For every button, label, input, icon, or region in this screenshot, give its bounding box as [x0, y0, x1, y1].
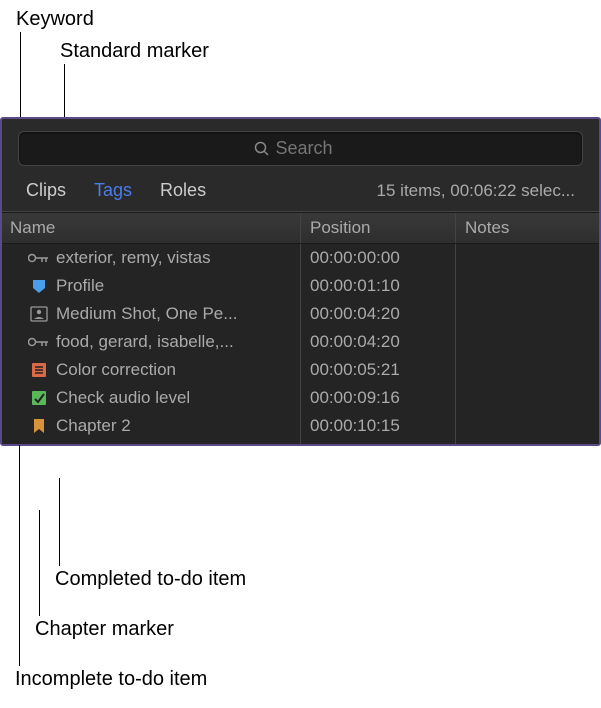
callout-line: [19, 445, 20, 666]
table-header: Name Position Notes: [2, 212, 599, 244]
header-notes[interactable]: Notes: [465, 218, 591, 238]
tab-tags[interactable]: Tags: [94, 180, 132, 201]
tag-position: 00:00:00:00: [310, 248, 465, 268]
incomplete-todo-icon: [28, 362, 50, 378]
tab-clips[interactable]: Clips: [26, 180, 66, 201]
column-divider[interactable]: [300, 213, 301, 243]
callout-incomplete-todo: Incomplete to-do item: [15, 668, 207, 691]
search-field[interactable]: [18, 131, 583, 166]
column-divider[interactable]: [455, 244, 456, 444]
tag-position: 00:00:04:20: [310, 332, 465, 352]
tag-position: 00:00:09:16: [310, 388, 465, 408]
tab-roles[interactable]: Roles: [160, 180, 206, 201]
callout-line: [59, 478, 60, 566]
callout-standard-marker: Standard marker: [60, 40, 209, 63]
chapter-marker-icon: [28, 418, 50, 434]
column-divider[interactable]: [300, 244, 301, 444]
analysis-icon: [28, 306, 50, 322]
tag-position: 00:00:04:20: [310, 304, 465, 324]
tags-panel: Clips Tags Roles 15 items, 00:06:22 sele…: [0, 117, 601, 446]
keyword-icon: [28, 335, 50, 349]
tag-name: Color correction: [50, 360, 310, 380]
tag-name: Check audio level: [50, 388, 310, 408]
tag-position: 00:00:01:10: [310, 276, 465, 296]
search-icon: [254, 141, 270, 157]
callout-completed-todo: Completed to-do item: [55, 568, 246, 591]
standard-marker-icon: [28, 278, 50, 294]
tag-position: 00:00:05:21: [310, 360, 465, 380]
tab-bar: Clips Tags Roles 15 items, 00:06:22 sele…: [2, 174, 599, 212]
header-name[interactable]: Name: [10, 218, 310, 238]
completed-todo-icon: [28, 390, 50, 406]
tag-name: food, gerard, isabelle,...: [50, 332, 310, 352]
keyword-icon: [28, 251, 50, 265]
selection-info: 15 items, 00:06:22 selec...: [377, 181, 575, 201]
tag-name: Medium Shot, One Pe...: [50, 304, 310, 324]
tag-name: Profile: [50, 276, 310, 296]
table-body: exterior, remy, vistas00:00:00:00Profile…: [2, 244, 599, 444]
header-position[interactable]: Position: [310, 218, 465, 238]
tag-name: Chapter 2: [50, 416, 310, 436]
search-input[interactable]: [276, 138, 348, 159]
callout-keyword: Keyword: [16, 8, 94, 31]
callout-line: [39, 510, 40, 616]
column-divider[interactable]: [455, 213, 456, 243]
tag-name: exterior, remy, vistas: [50, 248, 310, 268]
callout-chapter-marker: Chapter marker: [35, 618, 174, 641]
tag-position: 00:00:10:15: [310, 416, 465, 436]
